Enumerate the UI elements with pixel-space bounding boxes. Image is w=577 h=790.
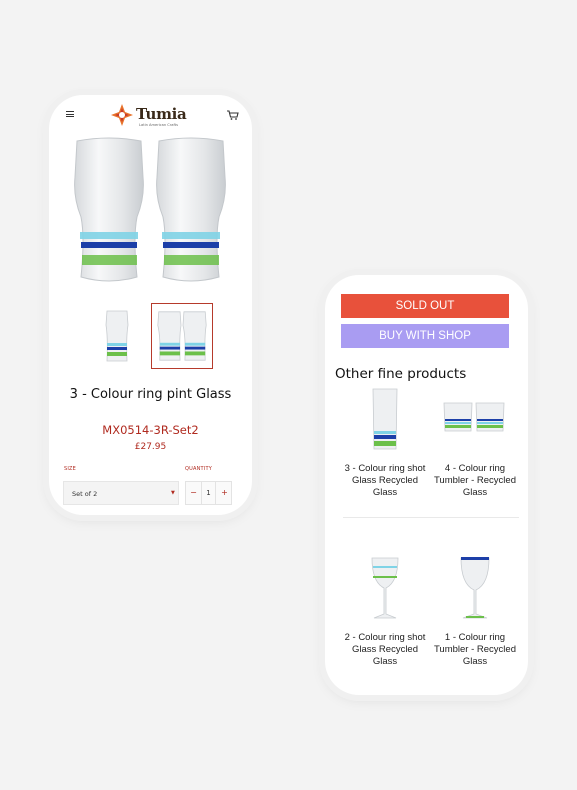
cart-icon[interactable] — [227, 110, 239, 120]
size-label: SIZE — [64, 466, 77, 472]
chevron-down-icon: ▼ — [171, 490, 175, 496]
menu-icon[interactable] — [66, 111, 74, 117]
tumbler-pair-image — [443, 402, 505, 432]
logo-name: Tumia — [136, 105, 187, 123]
buy-with-shop-button[interactable]: BUY WITH SHOP — [341, 324, 509, 348]
thumbnail-glass-pair[interactable] — [151, 303, 213, 369]
product-grid-divider — [343, 517, 519, 518]
quantity-value[interactable]: 1 — [201, 482, 216, 504]
quantity-stepper[interactable]: − 1 + — [185, 481, 232, 505]
product-title: 3 - Colour ring pint Glass — [69, 387, 232, 402]
related-section-title: Other fine products — [335, 366, 467, 382]
related-product-name: 2 - Colour ring shot Glass Recycled Glas… — [344, 632, 426, 667]
shot-glass-image — [372, 388, 398, 450]
site-header: Tumia Latin American Crafts — [49, 95, 252, 135]
thumbnail-single-glass[interactable] — [86, 303, 148, 369]
quantity-decrease-button[interactable]: − — [186, 482, 201, 504]
related-product-name: 4 - Colour ring Tumbler - Recycled Glass — [433, 463, 516, 498]
related-product-name: 1 - Colour ring Tumbler - Recycled Glass — [433, 632, 516, 667]
quantity-label: QUANTITY — [185, 466, 212, 472]
size-select[interactable]: Set of 2 ▼ — [63, 481, 179, 505]
product-main-image[interactable] — [71, 137, 231, 287]
goblet-image — [460, 557, 490, 619]
sold-out-button[interactable]: SOLD OUT — [341, 294, 509, 318]
product-page-phone: Tumia Latin American Crafts 3 - Colour r… — [49, 95, 252, 515]
product-price: £27.95 — [134, 442, 167, 452]
wine-glass-image — [371, 557, 399, 619]
quantity-increase-button[interactable]: + — [217, 482, 232, 504]
product-sku: MX0514-3R-Set2 — [102, 423, 199, 437]
star-logo-icon — [111, 104, 133, 126]
logo-tagline: Latin American Crafts — [139, 123, 178, 127]
related-product-name: 3 - Colour ring shot Glass Recycled Glas… — [344, 463, 426, 498]
site-logo[interactable]: Tumia Latin American Crafts — [111, 103, 193, 129]
related-products-phone: SOLD OUT BUY WITH SHOP Other fine produc… — [325, 275, 528, 695]
size-select-value: Set of 2 — [72, 490, 98, 498]
